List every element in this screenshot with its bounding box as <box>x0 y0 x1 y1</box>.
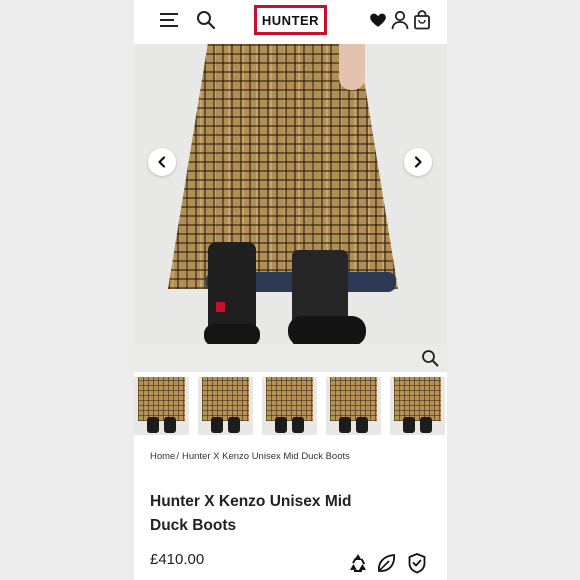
hamburger-menu-icon[interactable] <box>160 10 180 30</box>
shopping-bag-icon[interactable] <box>413 10 431 30</box>
breadcrumb-separator: / <box>176 451 179 462</box>
site-header: HUNTER <box>134 0 447 44</box>
leaf-icon[interactable] <box>375 552 397 574</box>
product-title-line-1: Hunter X Kenzo Unisex Mid <box>150 493 352 510</box>
product-main-image[interactable] <box>134 44 447 372</box>
breadcrumb-current[interactable]: Hunter X Kenzo Unisex Mid Duck Boots <box>182 451 350 462</box>
shield-check-icon[interactable] <box>406 552 428 574</box>
thumbnail-3[interactable] <box>262 377 317 435</box>
thumbnail-strip <box>134 377 447 435</box>
user-icon[interactable] <box>391 10 409 30</box>
product-price: £410.00 <box>150 551 205 568</box>
breadcrumb-home-link[interactable]: Home <box>150 451 175 462</box>
breadcrumb: Home/Hunter X Kenzo Unisex Mid Duck Boot… <box>150 451 350 462</box>
thumbnail-5[interactable] <box>390 377 445 435</box>
chevron-right-icon[interactable] <box>404 148 432 176</box>
product-title: Hunter X Kenzo Unisex Mid Duck Boots <box>150 490 410 538</box>
thumbnail-4[interactable] <box>326 377 381 435</box>
product-title-line-2: Duck Boots <box>150 517 237 534</box>
search-icon[interactable] <box>196 10 216 30</box>
thumbnail-2[interactable] <box>198 377 253 435</box>
zoom-icon[interactable] <box>421 349 439 367</box>
thumbnail-1[interactable] <box>134 377 189 435</box>
heart-icon[interactable] <box>369 11 387 29</box>
product-page: HUNTER Home/ Hunter X Kenzo Unisex Mid D… <box>134 0 447 580</box>
brand-logo[interactable]: HUNTER <box>254 5 327 35</box>
chevron-left-icon[interactable] <box>148 148 176 176</box>
recycle-icon[interactable] <box>347 552 369 574</box>
